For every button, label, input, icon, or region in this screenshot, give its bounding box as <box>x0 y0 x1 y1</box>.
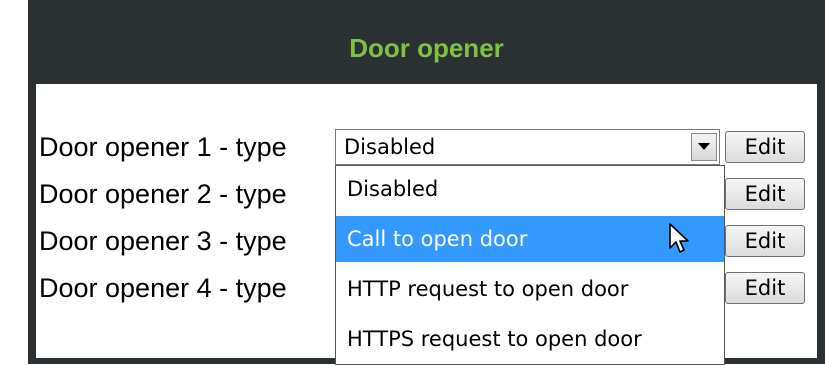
door-opener-type-dropdown-list: Disabled Call to open door HTTP request … <box>335 165 725 365</box>
door-opener-2-edit-button[interactable]: Edit <box>725 178 805 210</box>
door-opener-4-label: Door opener 4 - type <box>39 273 287 303</box>
option-label: Disabled <box>347 177 439 201</box>
chevron-down-icon <box>698 143 710 150</box>
option-http-request-to-open-door[interactable]: HTTP request to open door <box>336 266 724 312</box>
option-label: HTTPS request to open door <box>347 327 642 351</box>
door-opener-1-type-select[interactable]: Disabled <box>335 129 720 165</box>
door-opener-settings: Door opener 1 - type Edit Door opener 2 … <box>36 84 817 365</box>
door-opener-4-edit-button[interactable]: Edit <box>725 272 805 304</box>
door-opener-3-edit-button[interactable]: Edit <box>725 225 805 257</box>
option-label: Call to open door <box>347 227 528 251</box>
select-current-value: Disabled <box>344 135 436 159</box>
option-disabled[interactable]: Disabled <box>336 166 724 212</box>
door-opener-1-label: Door opener 1 - type <box>39 132 287 162</box>
door-opener-3-label: Door opener 3 - type <box>39 226 287 256</box>
door-opener-2-label: Door opener 2 - type <box>39 179 287 209</box>
option-call-to-open-door[interactable]: Call to open door <box>336 216 724 262</box>
option-https-request-to-open-door[interactable]: HTTPS request to open door <box>336 316 724 362</box>
dropdown-arrow-button[interactable] <box>691 133 717 161</box>
door-opener-panel: Door opener Door opener 1 - type Edit Do… <box>28 0 825 365</box>
option-label: HTTP request to open door <box>347 277 629 301</box>
panel-title: Door opener <box>349 33 504 63</box>
mouse-pointer-icon <box>669 223 689 253</box>
door-opener-1-edit-button[interactable]: Edit <box>725 131 805 163</box>
